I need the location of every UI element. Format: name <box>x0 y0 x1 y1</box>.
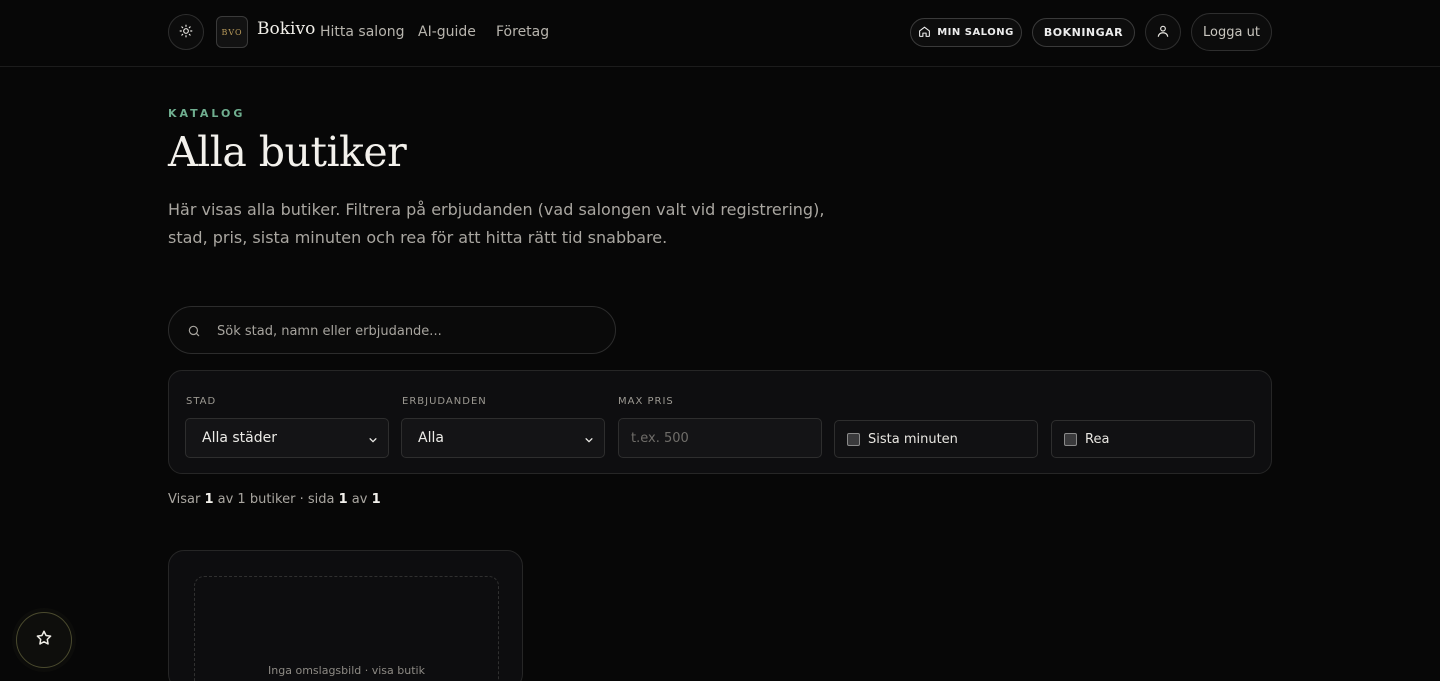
min-salong-label: MIN SALONG <box>937 27 1014 38</box>
search-bar <box>168 306 616 354</box>
result-pages: 1 <box>371 492 381 507</box>
sista-minuten-checkbox[interactable] <box>847 432 860 446</box>
result-shown: 1 <box>204 492 214 507</box>
stad-selected-value: Alla städer <box>202 430 278 446</box>
erbjudanden-select[interactable]: Alla <box>401 418 605 458</box>
page-title: Alla butiker <box>168 128 407 176</box>
bokningar-button[interactable]: BOKNINGAR <box>1032 18 1135 47</box>
theme-toggle-button[interactable] <box>168 14 204 50</box>
section-eyebrow: KATALOG <box>168 107 246 120</box>
cover-placeholder-text: Inga omslagsbild · visa butik <box>268 664 425 677</box>
min-salong-button[interactable]: MIN SALONG <box>910 18 1022 47</box>
sun-icon <box>179 23 193 42</box>
chevron-down-icon <box>584 433 594 449</box>
logout-button[interactable]: Logga ut <box>1191 13 1272 51</box>
top-navbar: BVO Bokivo Hitta salong AI-guide Företag… <box>0 0 1440 67</box>
profile-button[interactable] <box>1145 14 1181 50</box>
search-icon <box>187 323 201 342</box>
sista-minuten-toggle[interactable]: Sista minuten <box>834 420 1038 458</box>
home-icon <box>918 25 931 41</box>
nav-hitta-salong[interactable]: Hitta salong <box>320 24 405 40</box>
chevron-down-icon <box>368 433 378 449</box>
erbjudanden-selected-value: Alla <box>418 430 444 446</box>
stad-select[interactable]: Alla städer <box>185 418 389 458</box>
stad-label: STAD <box>186 396 217 407</box>
result-page: 1 <box>338 492 348 507</box>
shop-card[interactable]: Inga omslagsbild · visa butik <box>168 550 523 681</box>
star-icon <box>35 629 53 651</box>
brand-name[interactable]: Bokivo <box>257 19 315 39</box>
page-description: Här visas alla butiker. Filtrera på erbj… <box>168 200 825 247</box>
favorites-button[interactable] <box>16 612 72 668</box>
result-count: Visar 1 av 1 butiker · sida 1 av 1 <box>168 492 381 507</box>
result-mid: av 1 butiker · sida <box>217 492 335 507</box>
erbjudanden-label: ERBJUDANDEN <box>402 396 487 407</box>
result-prefix: Visar <box>168 492 201 507</box>
nav-ai-guide[interactable]: AI-guide <box>418 24 476 40</box>
rea-label: Rea <box>1085 431 1110 447</box>
brand-logo[interactable]: BVO <box>216 16 248 48</box>
nav-foretag[interactable]: Företag <box>496 24 549 40</box>
max-pris-label: MAX PRIS <box>618 396 674 407</box>
cover-placeholder[interactable]: Inga omslagsbild · visa butik <box>194 576 499 681</box>
filter-panel: STAD Alla städer ERBJUDANDEN Alla MAX PR… <box>168 370 1272 474</box>
user-icon <box>1156 23 1170 42</box>
result-of: av <box>351 492 368 507</box>
max-pris-input[interactable] <box>618 418 822 458</box>
search-input[interactable] <box>217 319 597 343</box>
rea-checkbox[interactable] <box>1064 432 1077 446</box>
rea-toggle[interactable]: Rea <box>1051 420 1255 458</box>
sista-minuten-label: Sista minuten <box>868 431 958 447</box>
